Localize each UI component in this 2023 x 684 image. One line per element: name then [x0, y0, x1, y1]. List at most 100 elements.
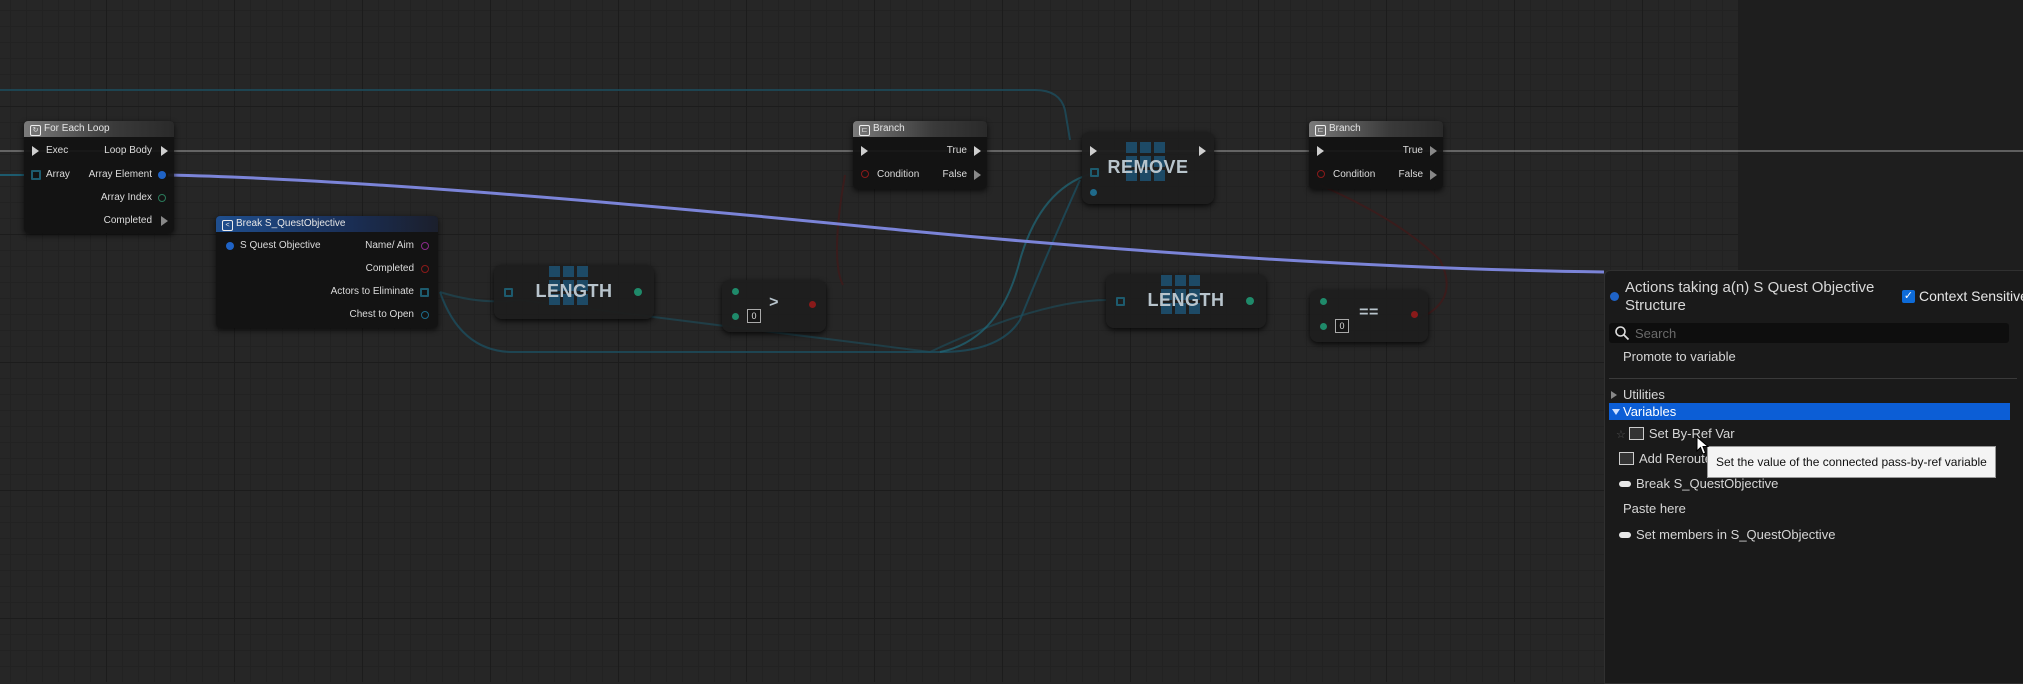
- struct-pill-icon: [1619, 481, 1631, 487]
- a-pin-icon[interactable]: [1320, 298, 1327, 305]
- struct-pill-icon: [1619, 532, 1631, 538]
- node-title: Break S_QuestObjective: [236, 218, 346, 229]
- menu-divider: [1609, 378, 2017, 379]
- pin-completed: Completed: [103, 215, 152, 226]
- actors-array-pin-icon[interactable]: [420, 288, 429, 297]
- tooltip: Set the value of the connected pass-by-r…: [1707, 446, 1996, 478]
- node-header: ⊏ Branch: [853, 121, 987, 137]
- pin-exec: Exec: [46, 145, 69, 156]
- array-in-pin-icon[interactable]: [504, 288, 513, 297]
- category-label: Utilities: [1623, 387, 1665, 402]
- menu-item-paste[interactable]: Paste here: [1605, 499, 2023, 519]
- true-pin-icon[interactable]: [974, 146, 981, 156]
- b-pin-icon[interactable]: [1320, 323, 1327, 330]
- chevron-down-icon: [1612, 409, 1620, 415]
- name-pin-icon[interactable]: [421, 242, 429, 250]
- menu-item-label: Break S_QuestObjective: [1636, 476, 1779, 491]
- mouse-cursor-icon: [1696, 436, 1710, 455]
- b-pin-icon[interactable]: [732, 313, 739, 320]
- break-struct-node[interactable]: < Break S_QuestObjective S Quest Objectiv…: [216, 216, 438, 328]
- pin-false: False: [1398, 169, 1423, 180]
- pin-array: Array: [46, 169, 70, 180]
- completed-pin-icon[interactable]: [421, 265, 429, 273]
- length-node-2[interactable]: LENGTH: [1106, 274, 1266, 328]
- node-title: For Each Loop: [44, 123, 110, 134]
- pin-array-element: Array Element: [88, 169, 152, 180]
- loop-body-pin-icon[interactable]: [161, 146, 168, 156]
- menu-title: Actions taking a(n) S Quest Objective St…: [1625, 279, 1875, 314]
- node-title: Branch: [1329, 123, 1361, 134]
- chest-pin-icon[interactable]: [421, 311, 429, 319]
- branch-icon: ⊏: [859, 125, 870, 136]
- condition-pin-icon[interactable]: [861, 170, 869, 178]
- category-label: Variables: [1623, 404, 1677, 419]
- exec-in-pin-icon[interactable]: [1317, 146, 1324, 156]
- pin-loop-body: Loop Body: [104, 145, 152, 156]
- length-node-1[interactable]: LENGTH: [494, 265, 654, 319]
- branch-node-1[interactable]: ⊏ Branch Condition True False: [853, 121, 987, 189]
- array-in-pin-icon[interactable]: [1116, 297, 1125, 306]
- array-in-pin-icon[interactable]: [1090, 168, 1099, 177]
- search-input[interactable]: [1635, 324, 1995, 342]
- menu-item-label: Promote to variable: [1623, 349, 1736, 364]
- int-out-pin-icon[interactable]: [1246, 297, 1254, 305]
- pin-actors: Actors to Eliminate: [330, 286, 414, 297]
- menu-item-promote[interactable]: Promote to variable: [1605, 347, 2023, 367]
- bool-out-pin-icon[interactable]: [1411, 311, 1418, 318]
- item-in-pin-icon[interactable]: [1090, 189, 1097, 196]
- branch-icon: ⊏: [1315, 125, 1326, 136]
- reroute-icon: [1619, 452, 1634, 465]
- pin-name-aim: Name/ Aim: [365, 240, 414, 251]
- pin-false: False: [942, 169, 967, 180]
- exec-in-pin-icon[interactable]: [1090, 146, 1097, 156]
- category-utilities[interactable]: Utilities: [1605, 385, 2023, 405]
- array-index-pin-icon[interactable]: [158, 194, 166, 202]
- node-label: LENGTH: [1147, 290, 1225, 310]
- exec-out-pin-icon[interactable]: [1199, 146, 1206, 156]
- menu-item-label: Set By-Ref Var: [1648, 426, 1735, 441]
- array-element-pin-icon[interactable]: [158, 171, 166, 179]
- chevron-right-icon: [1611, 391, 1617, 399]
- remove-node[interactable]: REMOVE: [1082, 132, 1214, 204]
- false-pin-icon[interactable]: [1430, 170, 1437, 180]
- a-pin-icon[interactable]: [732, 288, 739, 295]
- pin-condition: Condition: [877, 169, 920, 180]
- menu-item-set-members[interactable]: Set members in S_QuestObjective: [1605, 525, 2023, 545]
- exec-in-pin-icon[interactable]: [861, 146, 868, 156]
- array-pin-icon[interactable]: [31, 170, 41, 180]
- function-icon: [1628, 427, 1644, 440]
- exec-in-pin-icon[interactable]: [32, 146, 39, 156]
- struct-pin-icon: [1610, 292, 1619, 301]
- true-pin-icon[interactable]: [1430, 146, 1437, 156]
- node-header: ⊏ Branch: [1309, 121, 1443, 137]
- menu-item-set-by-ref-var[interactable]: ☆ Set By-Ref Var: [1605, 424, 2023, 444]
- completed-pin-icon[interactable]: [161, 216, 168, 226]
- category-variables[interactable]: Variables: [1609, 403, 2010, 420]
- pin-true: True: [1402, 145, 1423, 156]
- search-icon: [1615, 326, 1630, 341]
- greater-node[interactable]: 0 >: [722, 280, 826, 332]
- false-pin-icon[interactable]: [974, 170, 981, 180]
- struct-in-pin-icon[interactable]: [226, 242, 234, 250]
- node-title: Branch: [873, 123, 905, 134]
- for-each-loop-node[interactable]: ↻ For Each Loop Exec Array Loop Body Arra…: [24, 121, 174, 233]
- menu-item-label: Set members in S_QuestObjective: [1636, 527, 1836, 542]
- pin-struct-in: S Quest Objective: [240, 240, 321, 251]
- equals-node[interactable]: 0 ==: [1310, 290, 1428, 342]
- context-sensitive-checkbox[interactable]: ✓: [1902, 290, 1915, 303]
- int-out-pin-icon[interactable]: [634, 288, 642, 296]
- node-label: LENGTH: [535, 281, 613, 301]
- search-box[interactable]: [1609, 323, 2009, 343]
- loop-icon: ↻: [30, 125, 41, 136]
- operator-label: >: [769, 294, 779, 311]
- bool-out-pin-icon[interactable]: [809, 301, 816, 308]
- operator-label: ==: [1359, 304, 1379, 321]
- pin-array-index: Array Index: [100, 192, 152, 203]
- menu-item-label: Paste here: [1623, 501, 1686, 516]
- pin-true: True: [946, 145, 967, 156]
- context-sensitive-label[interactable]: Context Sensitive: [1919, 288, 2023, 304]
- node-label: REMOVE: [1107, 157, 1189, 177]
- node-header: ↻ For Each Loop: [24, 121, 174, 137]
- branch-node-2[interactable]: ⊏ Branch Condition True False: [1309, 121, 1443, 189]
- condition-pin-icon[interactable]: [1317, 170, 1325, 178]
